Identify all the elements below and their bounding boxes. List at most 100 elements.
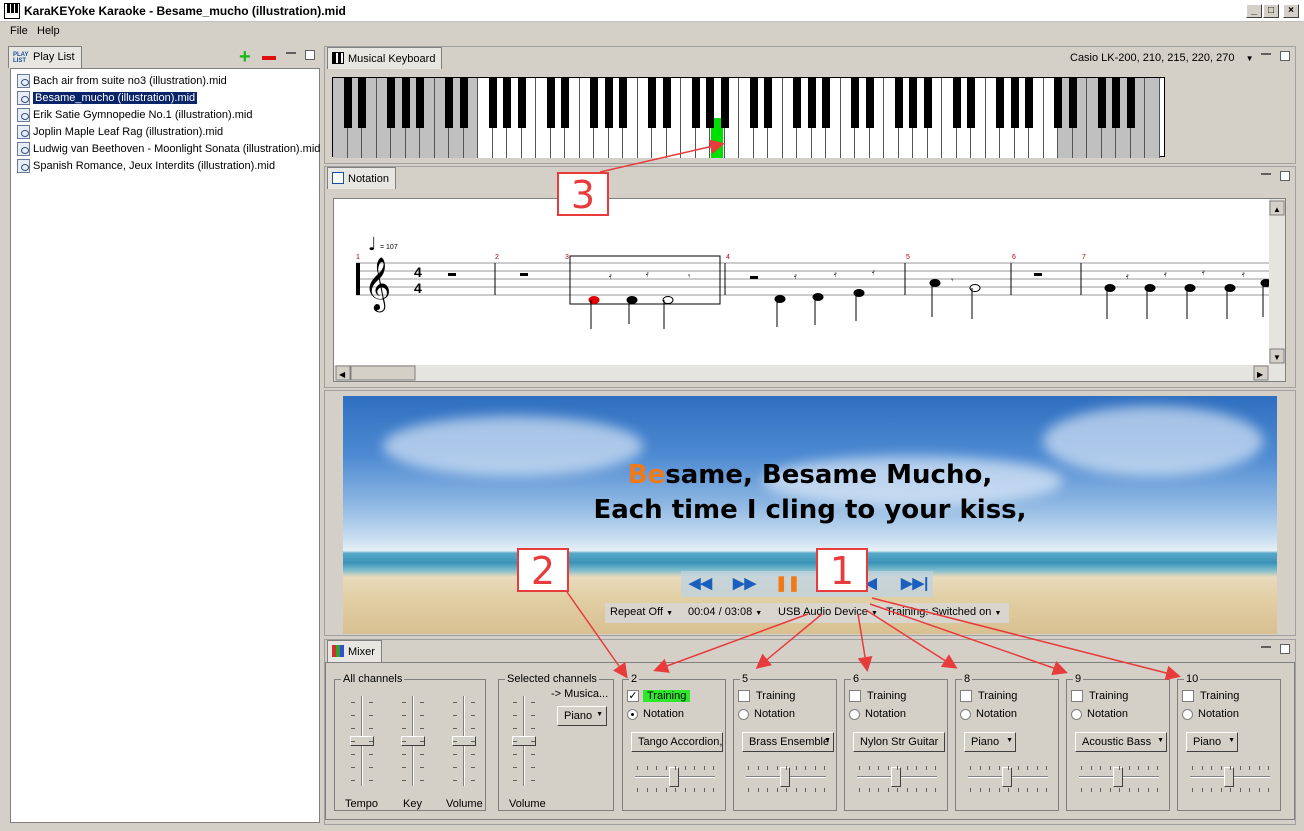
add-icon[interactable]: + [239, 47, 251, 67]
training-checkbox[interactable] [1071, 690, 1083, 702]
black-key[interactable] [909, 78, 917, 128]
black-key[interactable] [401, 78, 410, 128]
tab-mixer[interactable]: Mixer [327, 640, 382, 662]
black-key[interactable] [546, 78, 555, 128]
black-key[interactable] [1097, 78, 1106, 128]
repeat-select[interactable]: Repeat Off ▼ [610, 606, 673, 618]
panel-maximize-icon[interactable] [1280, 51, 1290, 61]
time-select[interactable]: 00:04 / 03:08 ▼ [688, 606, 762, 618]
notation-radio[interactable] [627, 709, 638, 720]
black-key[interactable] [648, 78, 656, 128]
panel-minimize-icon[interactable] [1261, 173, 1271, 175]
black-key[interactable] [358, 78, 366, 128]
instrument-button[interactable]: Nylon Str Guitar [853, 732, 945, 752]
black-key[interactable] [706, 78, 714, 128]
pause-icon[interactable]: ❚❚ [775, 575, 800, 593]
black-key[interactable] [851, 78, 859, 128]
black-key[interactable] [793, 78, 801, 128]
notation-radio[interactable] [738, 709, 749, 720]
black-key[interactable] [691, 78, 700, 128]
notation-radio[interactable] [849, 709, 860, 720]
instrument-button[interactable]: Tango Accordion, [631, 732, 723, 752]
remove-icon[interactable] [262, 56, 276, 60]
piano-keyboard[interactable] [332, 77, 1165, 158]
instrument-select[interactable]: Brass Ensemble ▼ [742, 732, 834, 752]
black-key[interactable] [923, 78, 932, 128]
panel-maximize-icon[interactable] [1280, 644, 1290, 654]
black-key[interactable] [662, 78, 671, 128]
notation-radio[interactable] [960, 709, 971, 720]
black-key[interactable] [1054, 78, 1062, 128]
close-button[interactable]: × [1283, 4, 1299, 18]
tab-notation[interactable]: Notation [327, 167, 396, 189]
white-key[interactable] [1145, 78, 1160, 158]
list-item[interactable]: Besame_mucho (illustration).mid [17, 90, 198, 106]
training-checkbox[interactable]: ✓ [627, 690, 639, 702]
playlist-list[interactable]: Bach air from suite no3 (illustration).m… [10, 68, 320, 823]
instrument-select[interactable]: Acoustic Bass ▼ [1075, 732, 1167, 752]
black-key[interactable] [720, 78, 729, 128]
list-item[interactable]: Joplin Maple Leaf Rag (illustration).mid [17, 124, 223, 140]
channel-volume-slider[interactable] [669, 767, 679, 787]
black-key[interactable] [445, 78, 453, 128]
list-item[interactable]: Bach air from suite no3 (illustration).m… [17, 73, 227, 89]
black-key[interactable] [894, 78, 903, 128]
channel-volume-slider[interactable] [1002, 767, 1012, 787]
black-key[interactable] [807, 78, 816, 128]
black-key[interactable] [1112, 78, 1120, 128]
list-item[interactable]: Spanish Romance, Jeux Interdits (illustr… [17, 158, 275, 174]
channel-volume-slider[interactable] [1113, 767, 1123, 787]
minimize-button[interactable]: _ [1246, 4, 1262, 18]
training-checkbox[interactable] [849, 690, 861, 702]
training-checkbox[interactable] [738, 690, 750, 702]
horizontal-scroll-thumb[interactable] [350, 365, 416, 381]
notation-view[interactable]: 𝄞 ♩ = 107 4 4 1 2 3 4 5 6 7 𝄿 𝄿 𝄾 𝄿 𝄿 𝄿 … [333, 198, 1286, 382]
black-key[interactable] [952, 78, 961, 128]
panel-maximize-icon[interactable] [305, 50, 315, 60]
channel-volume-slider[interactable] [780, 767, 790, 787]
black-key[interactable] [488, 78, 497, 128]
instrument-select[interactable]: Piano ▼ [964, 732, 1016, 752]
black-key[interactable] [764, 78, 772, 128]
black-key[interactable] [1126, 78, 1135, 128]
menu-help[interactable]: Help [37, 25, 60, 37]
channel-volume-slider[interactable] [1224, 767, 1234, 787]
panel-minimize-icon[interactable] [286, 52, 296, 54]
black-key[interactable] [822, 78, 830, 128]
training-checkbox[interactable] [1182, 690, 1194, 702]
training-checkbox[interactable] [960, 690, 972, 702]
black-key[interactable] [604, 78, 613, 128]
notation-radio[interactable] [1182, 709, 1193, 720]
list-item[interactable]: Erik Satie Gymnopedie No.1 (illustration… [17, 107, 252, 123]
tab-playlist[interactable]: PLAY LIST Play List [8, 46, 82, 68]
tab-keyboard[interactable]: Musical Keyboard [327, 47, 443, 69]
fast-forward-icon[interactable]: ▶▶ [733, 575, 756, 593]
device-select[interactable]: USB Audio Device ▼ [778, 606, 878, 618]
black-key[interactable] [1010, 78, 1019, 128]
black-key[interactable] [967, 78, 975, 128]
black-key[interactable] [459, 78, 468, 128]
rewind-icon[interactable]: ◀◀ [689, 575, 712, 593]
training-select[interactable]: Training: Switched on ▼ [886, 606, 1001, 618]
maximize-button[interactable]: □ [1263, 4, 1279, 18]
keyboard-model-select[interactable]: Casio LK-200, 210, 215, 220, 270 ▼ [1070, 52, 1254, 64]
black-key[interactable] [590, 78, 598, 128]
channel-volume-slider[interactable] [891, 767, 901, 787]
list-item[interactable]: Ludwig van Beethoven - Moonlight Sonata … [17, 141, 320, 157]
panel-maximize-icon[interactable] [1280, 171, 1290, 181]
panel-minimize-icon[interactable] [1261, 53, 1271, 55]
black-key[interactable] [416, 78, 424, 128]
black-key[interactable] [517, 78, 526, 128]
notation-radio[interactable] [1071, 709, 1082, 720]
black-key[interactable] [387, 78, 395, 128]
black-key[interactable] [865, 78, 874, 128]
black-key[interactable] [561, 78, 569, 128]
black-key[interactable] [343, 78, 352, 128]
black-key[interactable] [749, 78, 758, 128]
black-key[interactable] [996, 78, 1004, 128]
black-key[interactable] [1025, 78, 1033, 128]
instrument-select[interactable]: Piano ▼ [1186, 732, 1238, 752]
black-key[interactable] [1068, 78, 1077, 128]
black-key[interactable] [619, 78, 627, 128]
next-track-icon[interactable]: ▶▶| [901, 575, 928, 593]
